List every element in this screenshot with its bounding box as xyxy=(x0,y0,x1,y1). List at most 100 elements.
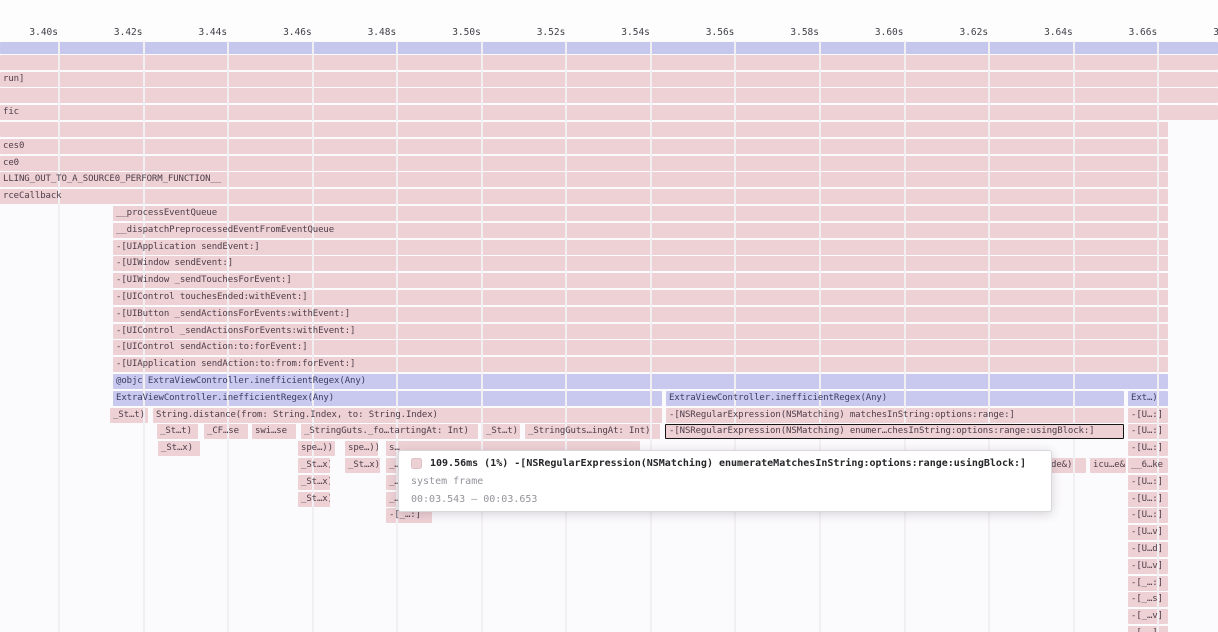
flame-bar[interactable]: _CF…se xyxy=(204,424,248,439)
flame-bar-label: __6…ke xyxy=(1128,458,1168,473)
flame-bar[interactable]: -[U…:] xyxy=(1128,475,1168,490)
flame-bar[interactable]: -[_…v] xyxy=(1128,609,1168,624)
flame-bar[interactable]: _St…x) xyxy=(298,475,330,490)
flame-bar-label: __dispatchPreprocessedEventFromEventQueu… xyxy=(113,223,1168,238)
flame-bar[interactable]: __6…ke xyxy=(1128,458,1168,473)
flame-bar-label: _StringGuts…ingAt: Int) xyxy=(525,424,660,439)
flame-bar[interactable]: _StringGuts._fo…tartingAt: Int) xyxy=(301,424,478,439)
tooltip-title-row: 109.56ms (1%) -[NSRegularExpression(NSMa… xyxy=(411,458,1039,469)
flame-bar[interactable]: ce0 xyxy=(0,156,1168,171)
flame-bar-label: -[UIApplication sendEvent:] xyxy=(113,240,1168,255)
flame-bar[interactable]: -[UIControl sendAction:to:forEvent:] xyxy=(113,340,1168,355)
flame-bar[interactable]: ExtraViewController.inefficientRegex(Any… xyxy=(113,391,662,406)
flame-bar-label: _St…t) xyxy=(110,408,148,423)
flame-bar[interactable]: -[U…:] xyxy=(1128,424,1168,439)
flame-bar-label: LLING_OUT_TO_A_SOURCE0_PERFORM_FUNCTION_… xyxy=(0,172,1168,187)
flame-bar[interactable]: __processEventQueue xyxy=(113,206,1168,221)
flame-bar-label: -[_…] xyxy=(1128,626,1168,632)
flame-bar-label: _St…x) xyxy=(298,492,330,507)
flame-bar[interactable]: -[UIWindow _sendTouchesForEvent:] xyxy=(113,273,1168,288)
flame-bar-label: -[UIWindow _sendTouchesForEvent:] xyxy=(113,273,1168,288)
tooltip: 109.56ms (1%) -[NSRegularExpression(NSMa… xyxy=(398,450,1052,512)
flame-bar[interactable]: swi…se xyxy=(252,424,296,439)
flame-bar[interactable]: -[_…:] xyxy=(1128,576,1168,591)
flame-bar[interactable]: -[U…d] xyxy=(1128,542,1168,557)
flame-bar[interactable]: -[U…:] xyxy=(1128,441,1168,456)
flame-bar-label: -[U…:] xyxy=(1128,424,1168,439)
flame-bar[interactable]: -[U…:] xyxy=(1128,408,1168,423)
flame-bar-label: String.distance(from: String.Index, to: … xyxy=(153,408,662,423)
flame-bar-label: ExtraViewController.inefficientRegex(Any… xyxy=(113,391,662,406)
flame-bar-label: -[U…d] xyxy=(1128,542,1168,557)
flame-bar[interactable]: -[U…:] xyxy=(1128,508,1168,523)
flame-bar[interactable]: _St…x) xyxy=(298,492,330,507)
flame-bar[interactable]: -[U…:] xyxy=(1128,492,1168,507)
flame-bar-label: -[U…:] xyxy=(1128,492,1168,507)
flame-bar[interactable]: -[UIApplication sendEvent:] xyxy=(113,240,1168,255)
flame-bar-label: ExtraViewController.inefficientRegex(Any… xyxy=(666,391,1124,406)
flame-bar-label: -[U…:] xyxy=(1128,408,1168,423)
tooltip-time-range: 00:03.543 — 00:03.653 xyxy=(411,494,1039,505)
flame-graph-view: 3.40s3.42s3.44s3.46s3.48s3.50s3.52s3.54s… xyxy=(0,0,1218,632)
flame-bar-label: de&) xyxy=(1048,458,1086,473)
flame-bar-label: -[UIControl touchesEnded:withEvent:] xyxy=(113,290,1168,305)
flame-bar[interactable]: __dispatchPreprocessedEventFromEventQueu… xyxy=(113,223,1168,238)
flame-bar-label: _St…t) xyxy=(483,424,520,439)
color-swatch-icon xyxy=(411,458,422,469)
flame-bar[interactable]: Ext…) xyxy=(1128,391,1168,406)
flame-bar-label: -[U…v] xyxy=(1128,525,1168,540)
flame-bar[interactable]: _St…t) xyxy=(110,408,148,423)
flame-bar[interactable]: ces0 xyxy=(0,139,1168,154)
flame-bar-label: -[UIButton _sendActionsForEvents:withEve… xyxy=(113,307,1168,322)
flame-bar-label: -[NSRegularExpression(NSMatching) enumer… xyxy=(666,425,1123,437)
flame-bar[interactable]: ExtraViewController.inefficientRegex(Any… xyxy=(666,391,1124,406)
flame-bar[interactable]: _St…x) xyxy=(298,458,330,473)
flame-bar-label: ces0 xyxy=(0,139,1168,154)
flame-bar[interactable]: -[U…v] xyxy=(1128,525,1168,540)
flame-bar-label: spe…)) xyxy=(345,441,378,456)
flame-bar[interactable]: -[_…] xyxy=(1128,626,1168,632)
flame-bar[interactable]: spe…)) xyxy=(345,441,378,456)
flame-bar[interactable]: -[UIButton _sendActionsForEvents:withEve… xyxy=(113,307,1168,322)
flame-bar[interactable]: run] xyxy=(0,72,1218,87)
gridline xyxy=(58,41,60,632)
flame-bar-label: _St…x) xyxy=(298,458,330,473)
flame-bar-label: _St…x) xyxy=(298,475,330,490)
flame-bar-label: rceCallback xyxy=(0,189,1168,204)
flame-bar-label: spe…)) xyxy=(298,441,335,456)
flame-bar[interactable]: -[U…v] xyxy=(1128,559,1168,574)
flame-bar[interactable]: @objc ExtraViewController.inefficientReg… xyxy=(113,374,1168,389)
flame-bar-label: run] xyxy=(0,72,1218,87)
flame-bar-label: -[UIWindow sendEvent:] xyxy=(113,256,1168,271)
flame-bar[interactable]: -[NSRegularExpression(NSMatching) matche… xyxy=(666,408,1124,423)
flame-bar-label: -[UIApplication sendAction:to:from:forEv… xyxy=(113,357,1168,372)
flame-bar[interactable]: spe…)) xyxy=(298,441,335,456)
flame-bar[interactable]: -[UIApplication sendAction:to:from:forEv… xyxy=(113,357,1168,372)
flame-bar[interactable]: rceCallback xyxy=(0,189,1168,204)
flame-bar[interactable]: icu…e&) xyxy=(1090,458,1126,473)
flame-bar[interactable]: _St…x) xyxy=(345,458,380,473)
flame-bar-label: ce0 xyxy=(0,156,1168,171)
flame-bar-label: -[U…v] xyxy=(1128,559,1168,574)
flame-bar-label: _St…x) xyxy=(345,458,380,473)
flame-bar-label: _CF…se xyxy=(204,424,248,439)
flame-bar-selected[interactable]: -[NSRegularExpression(NSMatching) enumer… xyxy=(665,424,1124,439)
flame-bar[interactable]: _StringGuts…ingAt: Int) xyxy=(525,424,660,439)
flame-bar[interactable]: fic xyxy=(0,105,1218,120)
flame-bar-label: _StringGuts._fo…tartingAt: Int) xyxy=(301,424,478,439)
flame-bar[interactable]: LLING_OUT_TO_A_SOURCE0_PERFORM_FUNCTION_… xyxy=(0,172,1168,187)
flame-bar[interactable]: -[UIControl touchesEnded:withEvent:] xyxy=(113,290,1168,305)
flame-bar[interactable]: _St…t) xyxy=(157,424,198,439)
flame-bar[interactable]: -[UIWindow sendEvent:] xyxy=(113,256,1168,271)
flame-bar[interactable]: -[UIControl _sendActionsForEvents:withEv… xyxy=(113,324,1168,339)
flame-bar[interactable]: _St…t) xyxy=(483,424,520,439)
flame-bar[interactable]: _St…x) xyxy=(158,441,200,456)
flame-bar[interactable]: de&) xyxy=(1048,458,1086,473)
flame-bar[interactable]: -[_…s] xyxy=(1128,592,1168,607)
flame-bar[interactable]: String.distance(from: String.Index, to: … xyxy=(153,408,662,423)
flame-bar-label: _St…x) xyxy=(158,441,200,456)
tooltip-subtitle: system frame xyxy=(411,476,1039,487)
flame-bar-label: swi…se xyxy=(252,424,296,439)
flame-bar-label: -[U…:] xyxy=(1128,475,1168,490)
flame-bar-label: _St…t) xyxy=(157,424,198,439)
